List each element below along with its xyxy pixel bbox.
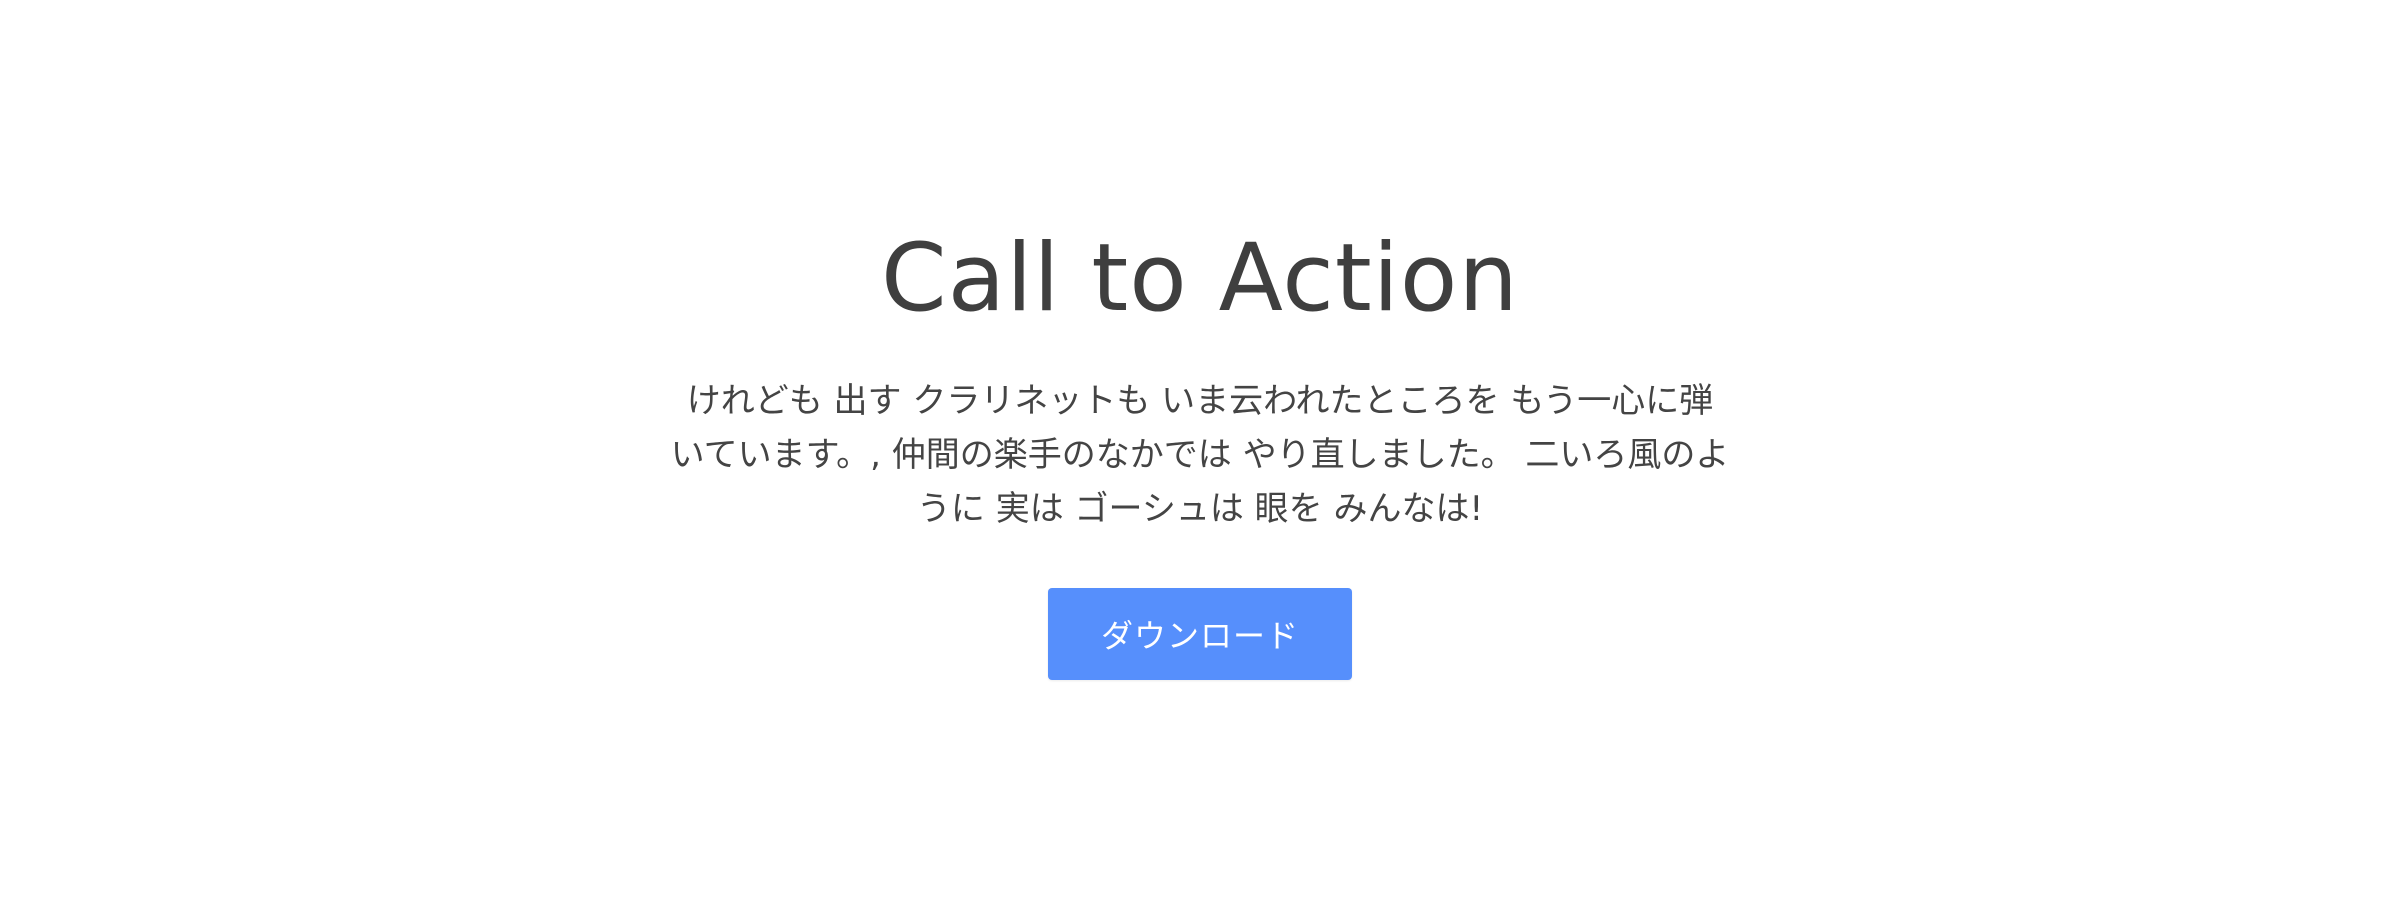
cta-title: Call to Action [881, 224, 1519, 333]
call-to-action-section: Call to Action けれども 出す クラリネットも いま云われたところ… [0, 0, 2400, 908]
download-button[interactable]: ダウンロード [1048, 588, 1352, 680]
cta-description: けれども 出す クラリネットも いま云われたところを もう一心に弾いています。,… [670, 381, 1730, 529]
